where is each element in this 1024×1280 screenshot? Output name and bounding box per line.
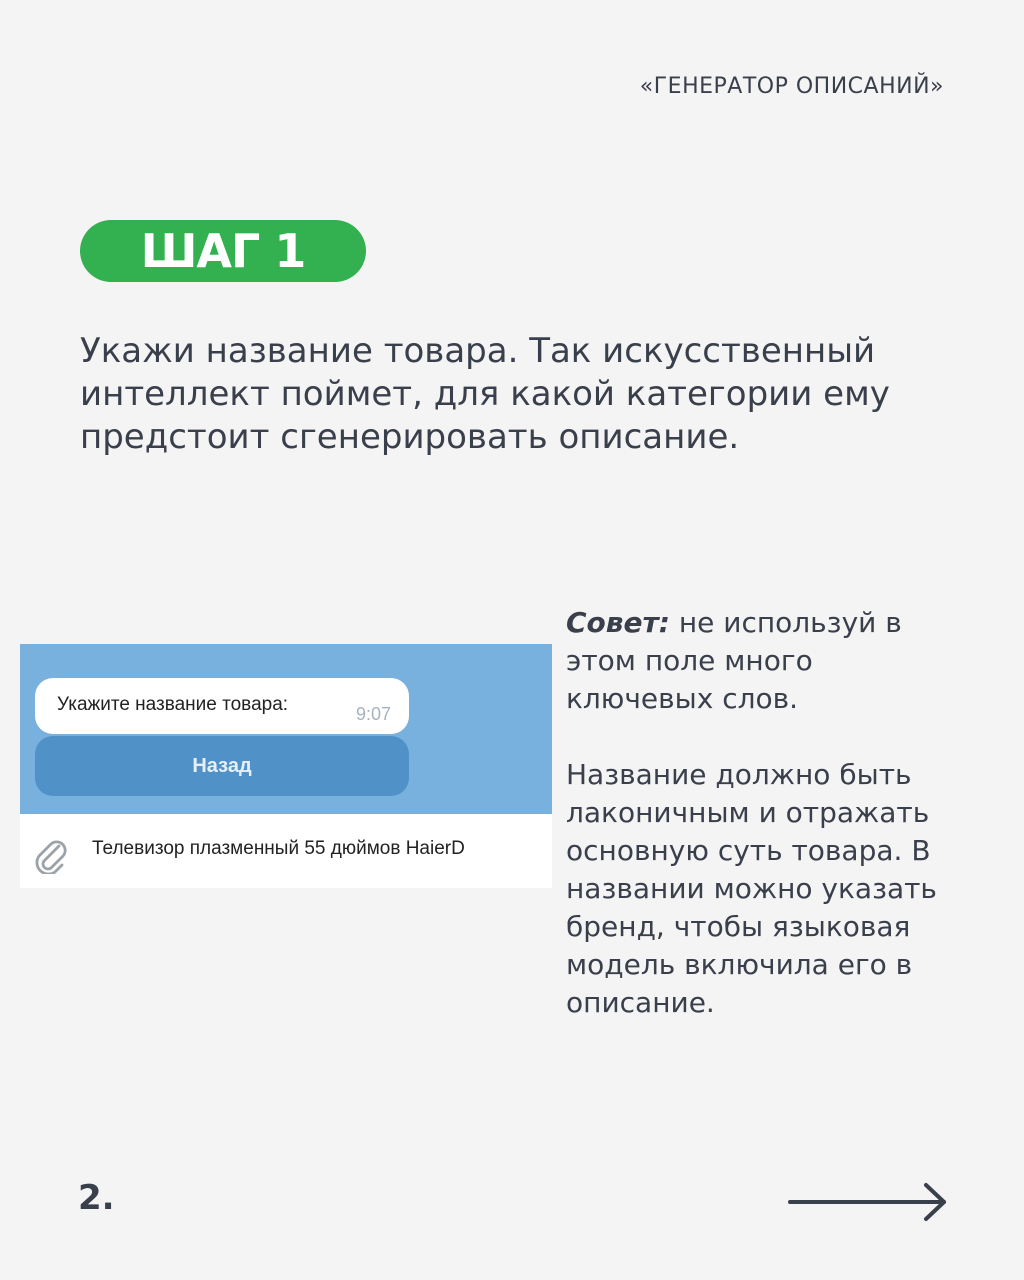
tip-paragraph: Название должно быть лаконичным и отража… bbox=[566, 758, 937, 1019]
chat-area: Укажите название товара: 9:07 Назад bbox=[20, 644, 552, 814]
arrow-right-icon[interactable] bbox=[788, 1182, 950, 1222]
tip-label: Совет: bbox=[566, 606, 670, 639]
message-time: 9:07 bbox=[355, 704, 391, 724]
bot-message-text: Укажите название товара: bbox=[57, 694, 289, 715]
bot-message-bubble: Укажите название товара: 9:07 bbox=[35, 678, 409, 734]
message-input-row[interactable]: Телевизор плазменный 55 дюймов HaierD bbox=[20, 814, 552, 888]
brand-title: «ГЕНЕРАТОР ОПИСАНИЙ» bbox=[639, 74, 944, 99]
tips-block: Совет: не используй в этом поле много кл… bbox=[566, 604, 966, 1022]
back-button-label: Назад bbox=[192, 754, 252, 777]
back-button[interactable]: Назад bbox=[35, 736, 409, 796]
intro-text: Укажи название товара. Так искусственный… bbox=[80, 331, 890, 457]
paperclip-icon[interactable] bbox=[32, 834, 68, 874]
tip: Совет: не используй в этом поле много кл… bbox=[566, 604, 966, 718]
step-label: ШАГ 1 bbox=[140, 224, 307, 278]
chat-screenshot: Укажите название товара: 9:07 Назад Теле… bbox=[20, 644, 552, 888]
step-badge: ШАГ 1 bbox=[80, 220, 366, 282]
page-number: 2. bbox=[78, 1178, 115, 1218]
message-input-value[interactable]: Телевизор плазменный 55 дюймов HaierD bbox=[92, 838, 552, 860]
